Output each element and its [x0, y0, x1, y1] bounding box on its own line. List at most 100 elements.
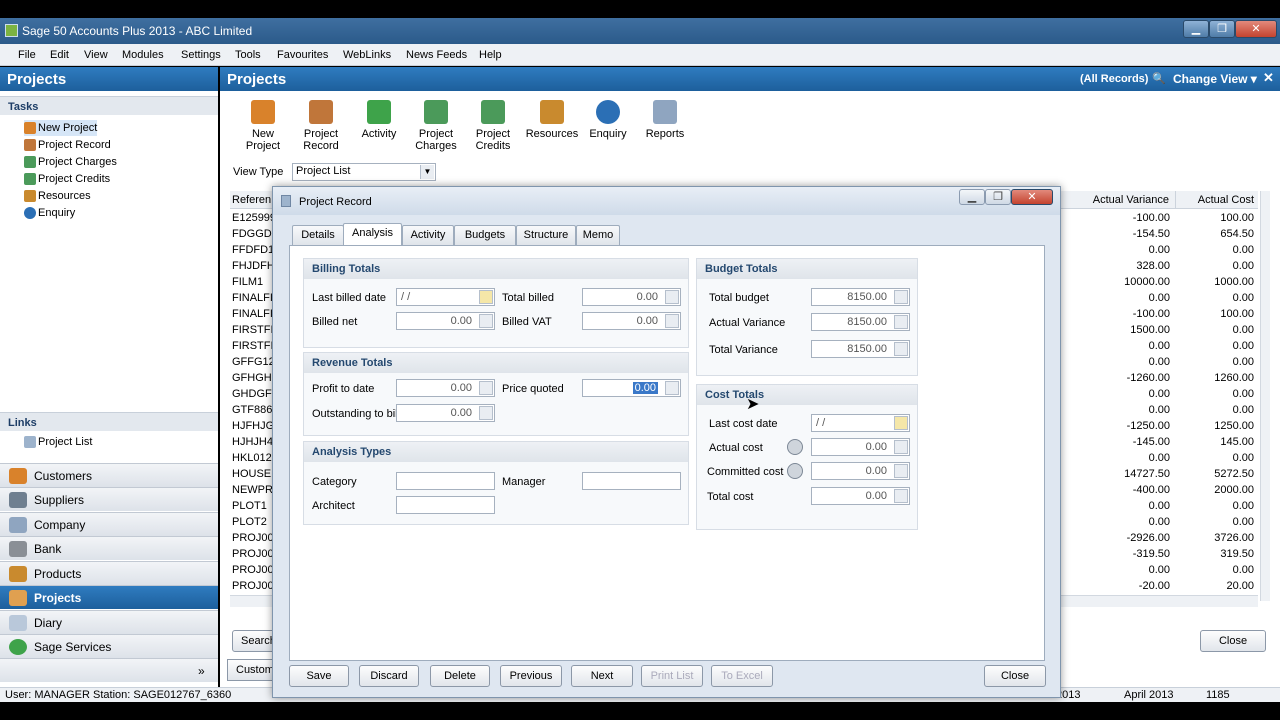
table-cell-var[interactable]: 1500.00: [1058, 322, 1170, 338]
table-cell-var[interactable]: 328.00: [1058, 258, 1170, 274]
previous-button[interactable]: Previous: [500, 665, 562, 687]
col-actual-cost[interactable]: Actual Cost: [1176, 191, 1258, 209]
table-cell-var[interactable]: -400.00: [1058, 482, 1170, 498]
calculator-icon[interactable]: [894, 342, 908, 356]
table-cell-var[interactable]: 0.00: [1058, 354, 1170, 370]
minimize-button[interactable]: ▁: [1183, 20, 1209, 38]
total-variance-field[interactable]: 8150.00: [811, 340, 910, 358]
menu-weblinks[interactable]: WebLinks: [343, 49, 391, 61]
menu-modules[interactable]: Modules: [122, 49, 164, 61]
discard-button[interactable]: Discard: [359, 665, 419, 687]
nav-diary[interactable]: Diary: [0, 610, 218, 634]
calculator-icon[interactable]: [479, 381, 493, 395]
table-cell-var[interactable]: 0.00: [1058, 242, 1170, 258]
menu-help[interactable]: Help: [479, 49, 502, 61]
main-close-button[interactable]: Close: [1200, 630, 1266, 652]
vertical-scrollbar[interactable]: [1260, 191, 1270, 601]
calculator-icon[interactable]: [894, 290, 908, 304]
tab-budgets[interactable]: Budgets: [454, 225, 516, 245]
table-cell-var[interactable]: 0.00: [1058, 386, 1170, 402]
nav-suppliers[interactable]: Suppliers: [0, 487, 218, 511]
table-cell-var[interactable]: 0.00: [1058, 514, 1170, 530]
calculator-icon[interactable]: [894, 315, 908, 329]
table-cell-var[interactable]: -145.00: [1058, 434, 1170, 450]
calculator-icon[interactable]: [894, 440, 908, 454]
table-cell-cost[interactable]: 0.00: [1176, 562, 1254, 578]
table-cell-cost[interactable]: 0.00: [1176, 258, 1254, 274]
menu-settings[interactable]: Settings: [181, 49, 221, 61]
table-cell-var[interactable]: 0.00: [1058, 290, 1170, 306]
table-cell-var[interactable]: -20.00: [1058, 578, 1170, 594]
table-cell-var[interactable]: -154.50: [1058, 226, 1170, 242]
nav-company[interactable]: Company: [0, 512, 218, 536]
tool-project-record[interactable]: Project Record: [292, 97, 350, 152]
calculator-icon[interactable]: [665, 381, 679, 395]
change-view-button[interactable]: Change View ▾: [1173, 72, 1257, 86]
view-type-select[interactable]: Project List ▼: [292, 163, 436, 181]
table-cell-var[interactable]: -100.00: [1058, 210, 1170, 226]
nav-products[interactable]: Products: [0, 561, 218, 585]
table-cell-var[interactable]: 0.00: [1058, 402, 1170, 418]
to-excel-button[interactable]: To Excel: [711, 665, 773, 687]
table-cell-var[interactable]: -319.50: [1058, 546, 1170, 562]
table-cell-cost[interactable]: 0.00: [1176, 338, 1254, 354]
calendar-icon[interactable]: [479, 290, 493, 304]
tool-resources[interactable]: Resources: [521, 97, 583, 140]
nav-customers[interactable]: Customers: [0, 463, 218, 487]
table-cell-var[interactable]: -100.00: [1058, 306, 1170, 322]
restore-button[interactable]: ❐: [1209, 20, 1235, 38]
table-cell-var[interactable]: 14727.50: [1058, 466, 1170, 482]
nav-projects[interactable]: Projects: [0, 585, 218, 609]
table-cell-cost[interactable]: 100.00: [1176, 210, 1254, 226]
committed-cost-field[interactable]: 0.00: [811, 462, 910, 480]
price-quoted-field[interactable]: 0.00: [582, 379, 681, 397]
menu-edit[interactable]: Edit: [50, 49, 69, 61]
actual-cost-field[interactable]: 0.00: [811, 438, 910, 456]
dialog-restore-button[interactable]: ❐: [985, 189, 1011, 205]
table-cell-cost[interactable]: 0.00: [1176, 354, 1254, 370]
tab-details[interactable]: Details: [292, 225, 344, 245]
nav-sage-services[interactable]: Sage Services: [0, 634, 218, 658]
table-cell-cost[interactable]: 0.00: [1176, 498, 1254, 514]
delete-button[interactable]: Delete: [430, 665, 490, 687]
dialog-close-button[interactable]: Close: [984, 665, 1046, 687]
drilldown-icon[interactable]: [787, 439, 803, 455]
menu-view[interactable]: View: [84, 49, 108, 61]
last-cost-date-field[interactable]: / /: [811, 414, 910, 432]
tool-project-credits[interactable]: Project Credits: [464, 97, 522, 152]
calculator-icon[interactable]: [665, 314, 679, 328]
calculator-icon[interactable]: [894, 489, 908, 503]
table-cell-var[interactable]: -2926.00: [1058, 530, 1170, 546]
billed-vat-field[interactable]: 0.00: [582, 312, 681, 330]
table-cell-cost[interactable]: 2000.00: [1176, 482, 1254, 498]
total-cost-field[interactable]: 0.00: [811, 487, 910, 505]
table-cell-cost[interactable]: 0.00: [1176, 402, 1254, 418]
tool-enquiry[interactable]: Enquiry: [579, 97, 637, 140]
tab-activity[interactable]: Activity: [402, 225, 454, 245]
dialog-minimize-button[interactable]: ▁: [959, 189, 985, 205]
close-window-button[interactable]: ✕: [1235, 20, 1277, 38]
tab-memo[interactable]: Memo: [576, 225, 620, 245]
table-cell-cost[interactable]: 3726.00: [1176, 530, 1254, 546]
table-cell-cost[interactable]: 100.00: [1176, 306, 1254, 322]
table-cell-var[interactable]: 0.00: [1058, 498, 1170, 514]
table-cell-cost[interactable]: 1000.00: [1176, 274, 1254, 290]
menu-news-feeds[interactable]: News Feeds: [406, 49, 467, 61]
table-cell-cost[interactable]: 319.50: [1176, 546, 1254, 562]
table-cell-cost[interactable]: 0.00: [1176, 322, 1254, 338]
save-button[interactable]: Save: [289, 665, 349, 687]
print-list-button[interactable]: Print List: [641, 665, 703, 687]
table-cell-cost[interactable]: 654.50: [1176, 226, 1254, 242]
table-cell-cost[interactable]: 0.00: [1176, 450, 1254, 466]
table-cell-cost[interactable]: 5272.50: [1176, 466, 1254, 482]
task-project-record[interactable]: Project Record: [24, 137, 111, 153]
table-cell-cost[interactable]: 20.00: [1176, 578, 1254, 594]
actual-variance-field[interactable]: 8150.00: [811, 313, 910, 331]
table-cell-var[interactable]: -1260.00: [1058, 370, 1170, 386]
close-icon[interactable]: ✕: [1263, 70, 1274, 86]
table-cell-var[interactable]: -1250.00: [1058, 418, 1170, 434]
drilldown-icon[interactable]: [787, 463, 803, 479]
architect-field[interactable]: [396, 496, 495, 514]
tool-project-charges[interactable]: Project Charges: [407, 97, 465, 152]
task-enquiry[interactable]: Enquiry: [24, 205, 75, 221]
